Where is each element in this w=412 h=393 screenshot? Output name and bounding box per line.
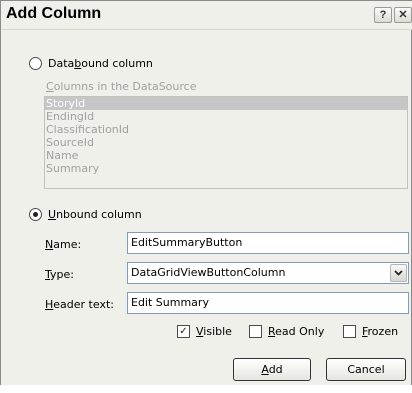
frozen-label[interactable]: Frozen xyxy=(362,325,398,338)
list-item[interactable]: Name xyxy=(45,149,407,162)
read-only-label[interactable]: Read Only xyxy=(268,325,324,338)
list-item[interactable]: StoryId xyxy=(45,97,407,110)
type-select[interactable]: DataGridViewButtonColumn xyxy=(127,262,409,284)
check-icon: ✓ xyxy=(179,326,188,337)
frozen-checkbox[interactable] xyxy=(343,325,356,338)
list-item[interactable]: EndingId xyxy=(45,110,407,123)
help-icon: ? xyxy=(379,9,387,21)
header-text-label: Header text: xyxy=(45,298,114,311)
name-field[interactable]: EditSummaryButton xyxy=(127,232,409,254)
add-button[interactable]: Add xyxy=(233,358,311,381)
add-column-dialog: Add Column ? ✕ Databound column Columns … xyxy=(0,0,412,393)
radio-selected-dot xyxy=(33,212,38,217)
dropdown-button[interactable] xyxy=(390,264,407,282)
columns-listbox[interactable]: StoryId EndingId ClassificationId Source… xyxy=(44,96,408,189)
close-icon: ✕ xyxy=(398,9,408,21)
unbound-label[interactable]: Unbound column xyxy=(48,208,142,221)
unbound-radio[interactable] xyxy=(29,208,42,221)
help-button[interactable]: ? xyxy=(374,7,392,23)
header-text-field[interactable]: Edit Summary xyxy=(127,292,409,314)
close-button[interactable]: ✕ xyxy=(394,7,412,23)
list-item[interactable]: ClassificationId xyxy=(45,123,407,136)
title-bar: Add Column ? ✕ xyxy=(1,1,412,30)
databound-radio[interactable] xyxy=(29,57,42,70)
databound-label[interactable]: Databound column xyxy=(48,57,153,70)
chevron-down-icon xyxy=(394,270,403,276)
columns-label: Columns in the DataSource xyxy=(46,80,197,93)
read-only-checkbox[interactable] xyxy=(249,325,262,338)
list-item[interactable]: Summary xyxy=(45,162,407,175)
dialog-bottom-edge xyxy=(0,385,412,393)
dialog-title: Add Column xyxy=(6,5,102,22)
list-item[interactable]: SourceId xyxy=(45,136,407,149)
cancel-button[interactable]: Cancel xyxy=(326,358,406,381)
visible-checkbox[interactable]: ✓ xyxy=(177,325,190,338)
type-label: Type: xyxy=(45,268,74,281)
type-select-value: DataGridViewButtonColumn xyxy=(131,266,286,279)
name-label: Name: xyxy=(45,238,82,251)
visible-label[interactable]: Visible xyxy=(196,325,232,338)
